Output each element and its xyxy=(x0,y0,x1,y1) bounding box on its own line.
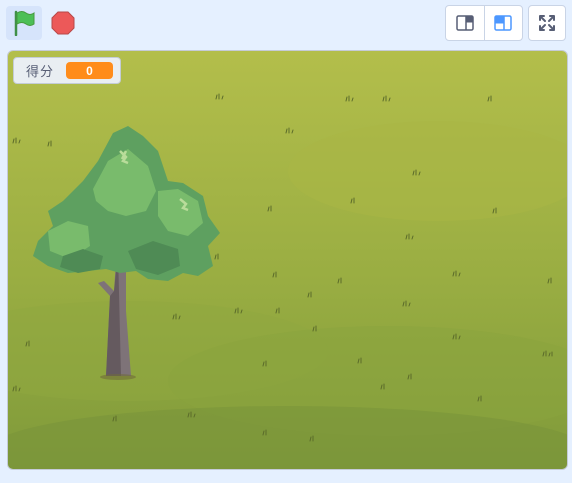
stage-toolbar xyxy=(0,0,572,46)
stop-button[interactable] xyxy=(46,6,80,40)
stage-canvas[interactable]: 得分 0 xyxy=(7,50,568,470)
stage-size-toggle xyxy=(445,5,523,41)
fullscreen-button[interactable] xyxy=(528,5,566,41)
score-monitor[interactable]: 得分 0 xyxy=(13,57,121,84)
green-flag-button[interactable] xyxy=(6,6,42,40)
fullscreen-icon xyxy=(539,15,555,31)
stop-sign-icon xyxy=(51,11,75,35)
large-stage-icon xyxy=(494,15,512,31)
score-value: 0 xyxy=(66,62,114,79)
green-flag-icon xyxy=(14,10,35,36)
grass-backdrop xyxy=(8,51,567,469)
score-label: 得分 xyxy=(26,64,55,79)
small-stage-icon xyxy=(456,15,474,31)
small-stage-button[interactable] xyxy=(446,6,484,40)
large-stage-button[interactable] xyxy=(483,6,523,40)
